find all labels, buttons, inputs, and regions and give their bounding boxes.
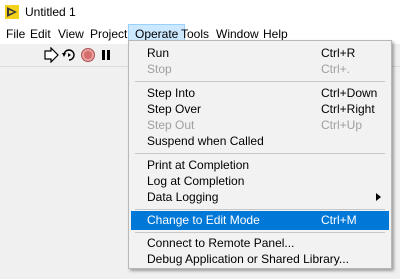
menu-item-label: Print at Completion <box>147 158 250 172</box>
menu-item-label: Log at Completion <box>147 174 245 188</box>
abort-icon[interactable] <box>80 47 96 63</box>
menu-item-suspend-when-called[interactable]: Suspend when Called <box>131 132 389 151</box>
run-arrow-icon[interactable] <box>43 47 59 63</box>
menu-item-debug-application[interactable]: Debug Application or Shared Library... <box>131 250 389 269</box>
pause-icon[interactable] <box>98 47 114 63</box>
menu-item-shortcut: Ctrl+Right <box>321 102 375 116</box>
title-bar: Untitled 1 <box>0 0 400 25</box>
menu-project[interactable]: Project <box>84 25 133 44</box>
menu-item-shortcut: Ctrl+Up <box>321 118 363 132</box>
menu-item-label: Change to Edit Mode <box>147 213 260 227</box>
menu-item-label: Step Over <box>147 102 202 116</box>
menu-item-shortcut: Ctrl+Down <box>321 86 378 100</box>
menu-item-shortcut: Ctrl+R <box>321 46 356 60</box>
menu-item-label: Debug Application or Shared Library... <box>147 252 349 266</box>
menu-item-label: Run <box>147 46 170 60</box>
menu-item-label: Step Into <box>147 86 196 100</box>
menu-separator <box>135 81 385 82</box>
menu-item-shortcut: Ctrl+M <box>321 213 357 227</box>
menu-item-label: Data Logging <box>147 190 219 204</box>
menu-item-label: Connect to Remote Panel... <box>147 236 295 250</box>
window-title: Untitled 1 <box>25 5 76 19</box>
menu-item-label: Step Out <box>147 118 195 132</box>
menu-separator <box>135 209 385 210</box>
submenu-arrow-icon <box>376 193 381 201</box>
menu-item-label: Stop <box>147 62 172 76</box>
run-continuously-icon[interactable] <box>61 47 77 63</box>
operate-menu-dropdown: Run Ctrl+R Stop Ctrl+. Step Into Ctrl+Do… <box>128 40 392 269</box>
menu-item-stop[interactable]: Stop Ctrl+. <box>131 60 389 79</box>
menu-separator <box>135 153 385 154</box>
menu-item-data-logging[interactable]: Data Logging <box>131 188 389 207</box>
menu-item-shortcut: Ctrl+. <box>321 62 351 76</box>
menu-separator <box>135 232 385 233</box>
menu-item-change-to-edit-mode[interactable]: Change to Edit Mode Ctrl+M <box>131 211 389 230</box>
menu-item-label: Suspend when Called <box>147 134 264 148</box>
labview-app-icon <box>5 5 19 19</box>
